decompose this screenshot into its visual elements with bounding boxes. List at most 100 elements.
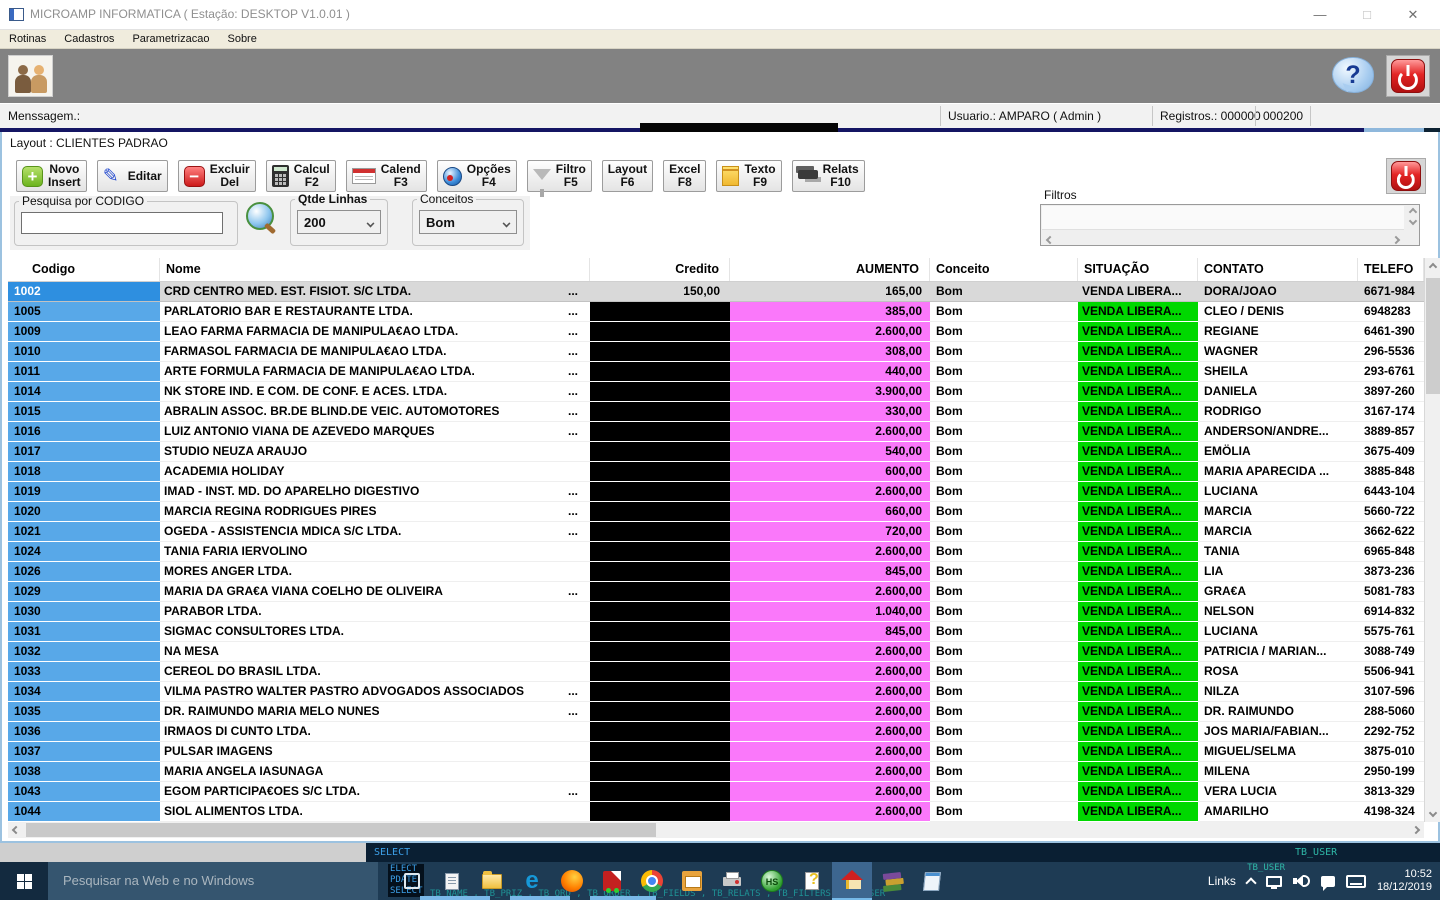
table-row[interactable]: 1026MORES ANGER LTDA.845,00BomVENDA LIBE… — [8, 562, 1424, 582]
table-row[interactable]: 1024TANIA FARIA IERVOLINO2.600,00BomVEND… — [8, 542, 1424, 562]
row-detail-ellipsis-button[interactable] — [578, 742, 590, 761]
table-row[interactable]: 1043EGOM PARTICIPA€OES S/C LTDA....2.600… — [8, 782, 1424, 802]
column-header-conceito[interactable]: Conceito — [930, 258, 1078, 281]
exit-power-button[interactable] — [1386, 55, 1430, 97]
taskbar-clock[interactable]: 10:52 18/12/2019 — [1377, 868, 1436, 894]
table-row[interactable]: 1030PARABOR LTDA.1.040,00BomVENDA LIBERA… — [8, 602, 1424, 622]
taskbar-item-task-view[interactable] — [392, 862, 432, 900]
vertical-scroll-thumb[interactable] — [1426, 278, 1440, 394]
toolbar-texto-button[interactable]: TextoF9 — [716, 160, 781, 192]
taskbar-item-notepad[interactable] — [912, 862, 952, 900]
table-row[interactable]: 1017STUDIO NEUZA ARAUJO540,00BomVENDA LI… — [8, 442, 1424, 462]
table-row[interactable]: 1034VILMA PASTRO WALTER PASTRO ADVOGADOS… — [8, 682, 1424, 702]
toolbar-calcul-button[interactable]: CalculF2 — [266, 160, 336, 192]
column-header-nome[interactable]: Nome — [160, 258, 590, 281]
toolbar-filtro-button[interactable]: FiltroF5 — [527, 160, 592, 192]
taskbar-item-firefox[interactable] — [552, 862, 592, 900]
table-row[interactable]: 1035DR. RAIMUNDO MARIA MELO NUNES...2.60… — [8, 702, 1424, 722]
taskbar-item-winrar[interactable] — [872, 862, 912, 900]
column-header-aumento[interactable]: AUMENTO — [730, 258, 930, 281]
network-icon[interactable] — [1266, 876, 1282, 887]
scroll-down-icon[interactable] — [1409, 217, 1417, 225]
menu-item-parametrizacao[interactable]: Parametrizacao — [123, 33, 218, 45]
row-detail-ellipsis-button[interactable]: ... — [568, 422, 590, 441]
filtros-listbox[interactable] — [1040, 204, 1420, 246]
chevron-up-icon[interactable] — [1245, 877, 1256, 888]
taskbar-item-red-app[interactable] — [592, 862, 632, 900]
row-detail-ellipsis-button[interactable] — [578, 542, 590, 561]
taskbar-item-hs[interactable]: HS — [752, 862, 792, 900]
scroll-down-icon[interactable] — [1425, 804, 1440, 822]
search-input[interactable] — [21, 212, 223, 234]
row-detail-ellipsis-button[interactable]: ... — [568, 682, 590, 701]
table-row[interactable]: 1020MARCIA REGINA RODRIGUES PIRES...660,… — [8, 502, 1424, 522]
table-row[interactable]: 1031SIGMAC CONSULTORES LTDA.845,00BomVEN… — [8, 622, 1424, 642]
table-row[interactable]: 1011ARTE FORMULA FARMACIA DE MANIPULA€AO… — [8, 362, 1424, 382]
row-detail-ellipsis-button[interactable]: ... — [568, 702, 590, 721]
column-header-situação[interactable]: SITUAÇÃO — [1078, 258, 1198, 281]
scroll-left-icon[interactable] — [8, 822, 24, 838]
taskbar-item-outlook[interactable] — [672, 862, 712, 900]
scroll-right-icon[interactable] — [1408, 822, 1424, 838]
row-detail-ellipsis-button[interactable]: ... — [568, 362, 590, 381]
minimize-button[interactable]: — — [1303, 0, 1337, 29]
row-detail-ellipsis-button[interactable] — [578, 442, 590, 461]
table-row[interactable]: 1029MARIA DA GRA€A VIANA COELHO DE OLIVE… — [8, 582, 1424, 602]
row-detail-ellipsis-button[interactable]: ... — [568, 382, 590, 401]
row-detail-ellipsis-button[interactable]: ... — [568, 582, 590, 601]
column-header-contato[interactable]: CONTATO — [1198, 258, 1358, 281]
taskbar-item-notes[interactable] — [432, 862, 472, 900]
qtde-linhas-select[interactable]: 200 — [297, 210, 381, 234]
close-grid-power-button[interactable] — [1386, 158, 1426, 194]
search-icon[interactable] — [244, 200, 278, 238]
close-button[interactable]: ✕ — [1396, 0, 1430, 29]
links-toolbar-label[interactable]: Links — [1208, 874, 1236, 888]
table-row[interactable]: 1033CEREOL DO BRASIL LTDA.2.600,00BomVEN… — [8, 662, 1424, 682]
horizontal-scroll-thumb[interactable] — [26, 823, 656, 837]
row-detail-ellipsis-button[interactable] — [578, 662, 590, 681]
help-question-icon[interactable]: ? — [1332, 57, 1374, 93]
scroll-up-icon[interactable] — [1409, 208, 1417, 216]
taskbar-item-edge[interactable] — [512, 862, 552, 900]
row-detail-ellipsis-button[interactable] — [578, 462, 590, 481]
toolbar-relats-button[interactable]: RelatsF10 — [792, 160, 865, 192]
toolbar-opcoes-button[interactable]: OpçõesF4 — [437, 160, 517, 192]
scroll-left-icon[interactable] — [1046, 236, 1054, 244]
start-button[interactable] — [0, 862, 48, 900]
vertical-scrollbar[interactable] — [1424, 258, 1440, 822]
row-detail-ellipsis-button[interactable]: ... — [568, 302, 590, 321]
conceitos-select[interactable]: Bom — [419, 210, 517, 234]
table-row[interactable]: 1015ABRALIN ASSOC. BR.DE BLIND.DE VEIC. … — [8, 402, 1424, 422]
volume-icon[interactable] — [1293, 874, 1310, 888]
toolbar-layout-button[interactable]: LayoutF6 — [602, 160, 653, 192]
scroll-right-icon[interactable] — [1392, 236, 1400, 244]
table-row[interactable]: 1010FARMASOL FARMACIA DE MANIPULA€AO LTD… — [8, 342, 1424, 362]
menu-item-sobre[interactable]: Sobre — [218, 33, 265, 45]
table-row[interactable]: 1044SIOL ALIMENTOS LTDA.2.600,00BomVENDA… — [8, 802, 1424, 822]
row-detail-ellipsis-button[interactable] — [578, 642, 590, 661]
toolbar-excluir-button[interactable]: −ExcluirDel — [178, 160, 256, 192]
taskbar-item-help-doc[interactable] — [792, 862, 832, 900]
row-detail-ellipsis-button[interactable]: ... — [568, 502, 590, 521]
taskbar-item-chrome[interactable] — [632, 862, 672, 900]
row-detail-ellipsis-button[interactable]: ... — [568, 402, 590, 421]
row-detail-ellipsis-button[interactable] — [578, 722, 590, 741]
keyboard-icon[interactable] — [1346, 875, 1366, 888]
column-header-telefo[interactable]: TELEFO — [1358, 258, 1424, 281]
scroll-up-icon[interactable] — [1425, 258, 1440, 276]
row-detail-ellipsis-button[interactable]: ... — [568, 522, 590, 541]
table-row[interactable]: 1019IMAD - INST. MD. DO APARELHO DIGESTI… — [8, 482, 1424, 502]
table-row[interactable]: 1016LUIZ ANTONIO VIANA DE AZEVEDO MARQUE… — [8, 422, 1424, 442]
column-header-codigo[interactable]: Codigo — [8, 258, 160, 281]
toolbar-editar-button[interactable]: ✎Editar — [97, 160, 168, 192]
table-row[interactable]: 1002CRD CENTRO MED. EST. FISIOT. S/C LTD… — [8, 282, 1424, 302]
menu-item-cadastros[interactable]: Cadastros — [55, 33, 123, 45]
maximize-button[interactable]: □ — [1350, 0, 1384, 29]
table-row[interactable]: 1037PULSAR IMAGENS2.600,00BomVENDA LIBER… — [8, 742, 1424, 762]
table-row[interactable]: 1021OGEDA - ASSISTENCIA MDICA S/C LTDA..… — [8, 522, 1424, 542]
row-detail-ellipsis-button[interactable]: ... — [568, 322, 590, 341]
row-detail-ellipsis-button[interactable]: ... — [568, 282, 590, 301]
table-row[interactable]: 1036IRMAOS DI CUNTO LTDA.2.600,00BomVEND… — [8, 722, 1424, 742]
toolbar-calend-button[interactable]: CalendF3 — [346, 160, 427, 192]
table-row[interactable]: 1032NA MESA2.600,00BomVENDA LIBERA...PAT… — [8, 642, 1424, 662]
